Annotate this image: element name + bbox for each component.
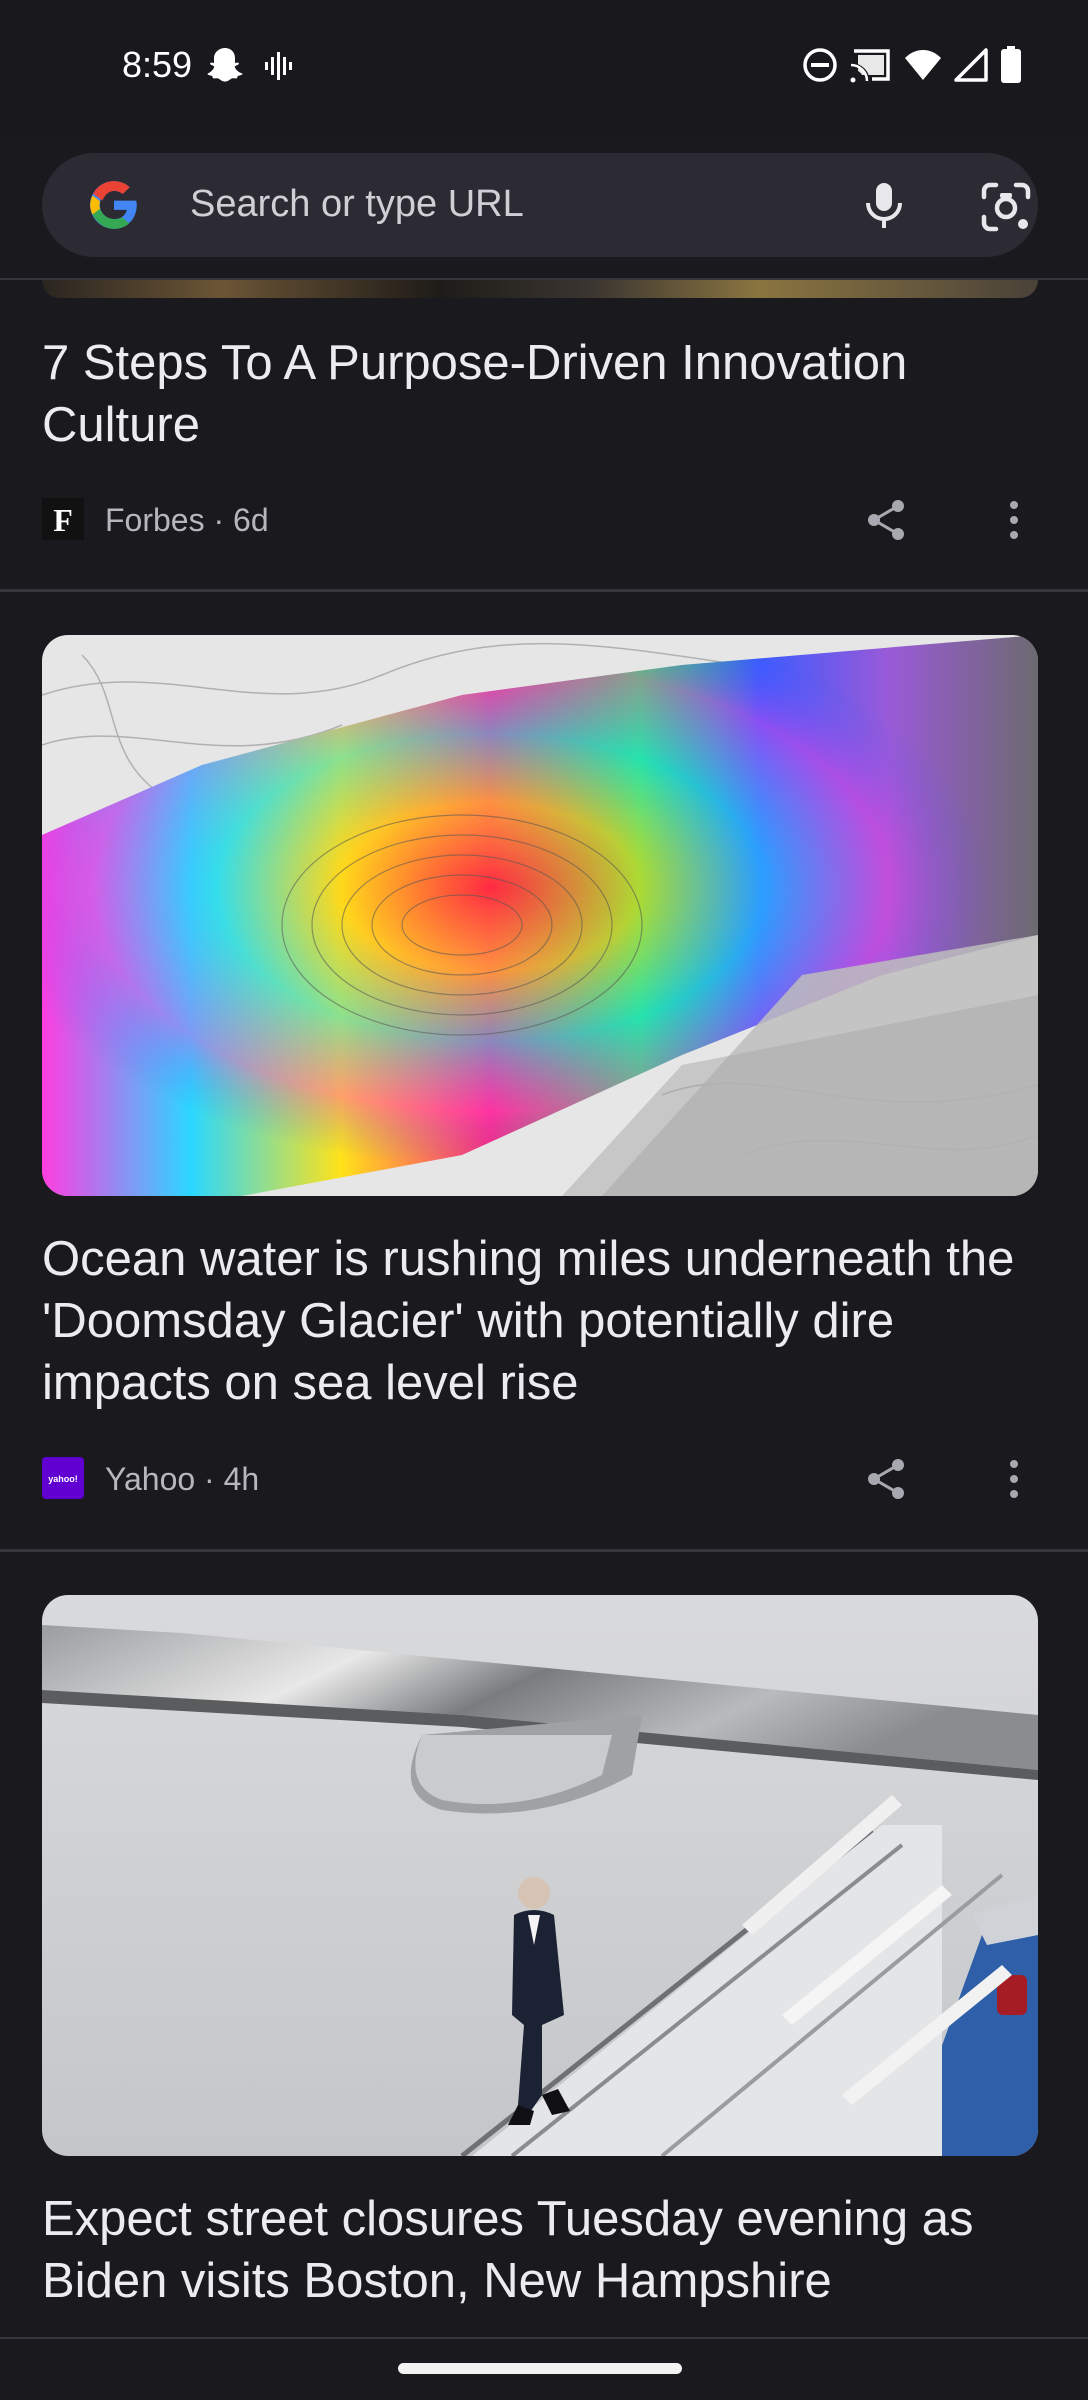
article-meta: yahoo! Yahoo · 4h [42, 1457, 1046, 1501]
article-image[interactable] [42, 1595, 1038, 2156]
svg-text:F: F [53, 502, 73, 538]
more-options-icon[interactable] [992, 1457, 1036, 1501]
share-icon[interactable] [864, 498, 908, 542]
battery-icon [1000, 46, 1022, 84]
status-left-icons [206, 46, 294, 86]
more-options-icon[interactable] [992, 498, 1036, 542]
mic-icon[interactable] [856, 177, 912, 233]
article-source: Yahoo · 4h [105, 1461, 260, 1497]
status-time: 8:59 [122, 44, 193, 85]
article-divider [0, 589, 1088, 592]
article-divider [0, 1549, 1088, 1552]
article-divider [0, 2337, 1088, 2339]
yahoo-logo-icon: yahoo! [42, 1457, 84, 1499]
status-bar: 8:59 [0, 0, 1088, 136]
svg-text:yahoo!: yahoo! [48, 1474, 78, 1484]
search-input[interactable]: Search or type URL [190, 183, 524, 226]
home-indicator[interactable] [398, 2363, 682, 2374]
search-bar[interactable]: Search or type URL [42, 153, 1038, 257]
google-g-icon[interactable] [88, 179, 140, 231]
article-image[interactable] [42, 280, 1038, 298]
share-icon[interactable] [864, 1457, 908, 1501]
forbes-logo-icon: F [42, 498, 84, 540]
article-headline[interactable]: Expect street closures Tuesday evening a… [42, 2188, 1042, 2312]
lens-icon[interactable] [978, 179, 1034, 235]
article-source: Forbes · 6d [105, 502, 269, 538]
cast-icon [850, 47, 892, 83]
article-headline[interactable]: 7 Steps To A Purpose-Driven Innovation C… [42, 332, 1042, 456]
signal-icon [954, 48, 988, 82]
article-image[interactable] [42, 635, 1038, 1196]
snapchat-icon [206, 46, 244, 86]
wifi-icon [904, 48, 942, 82]
article-headline[interactable]: Ocean water is rushing miles underneath … [42, 1228, 1042, 1414]
waveform-icon [264, 50, 294, 82]
do-not-disturb-icon [802, 47, 838, 83]
article-meta: F Forbes · 6d [42, 498, 1046, 542]
status-right-icons [802, 46, 1022, 84]
